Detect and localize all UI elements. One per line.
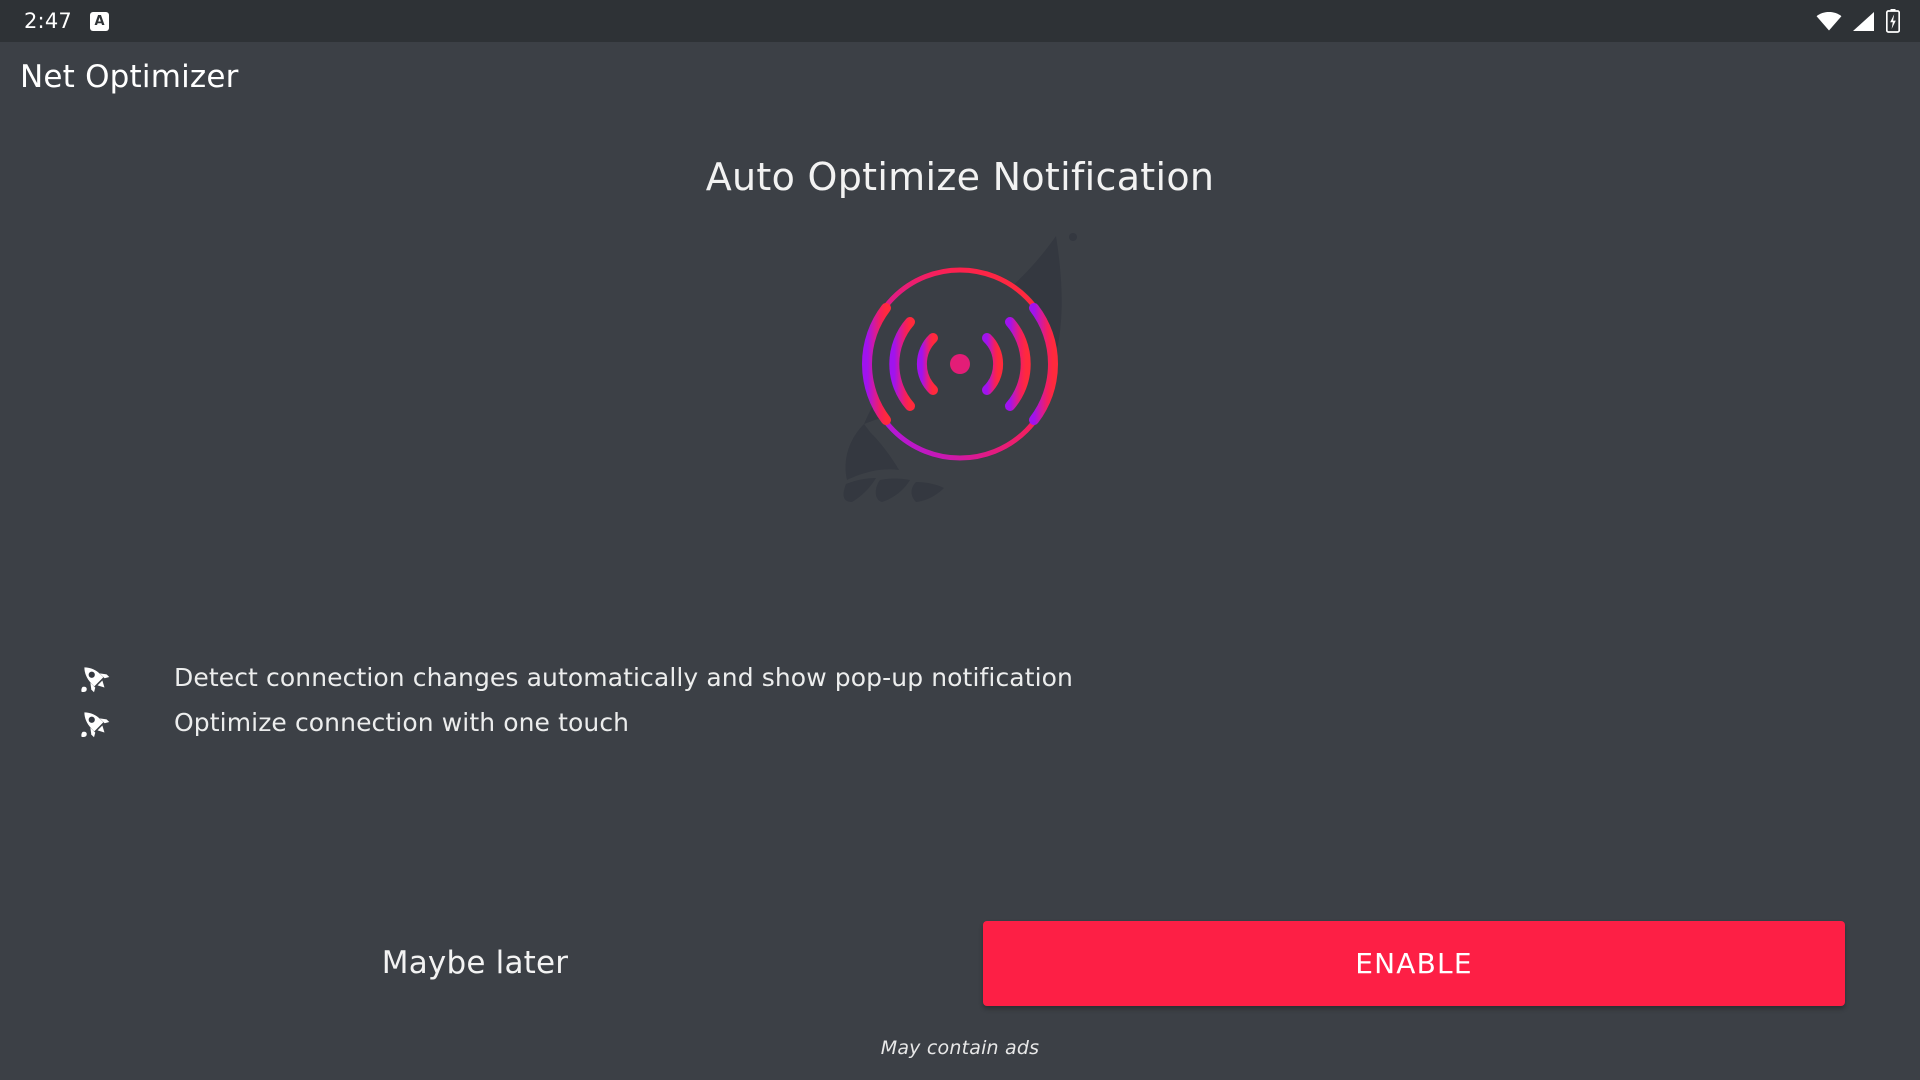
app-screen: 2:47 A Net Optimizer Auto Optimize Notif… xyxy=(0,0,1920,1080)
rocket-icon xyxy=(78,704,122,742)
feature-list: Detect connection changes automatically … xyxy=(78,655,1178,745)
wifi-icon xyxy=(1816,11,1842,31)
rocket-signal-logo-icon xyxy=(820,222,1100,502)
list-item-label: Detect connection changes automatically … xyxy=(174,663,1073,692)
list-item: Optimize connection with one touch xyxy=(78,700,1178,745)
rocket-icon xyxy=(78,659,122,697)
enable-button[interactable]: ENABLE xyxy=(983,921,1845,1006)
status-clock: 2:47 xyxy=(24,9,72,33)
action-row: Maybe later ENABLE xyxy=(0,918,1920,1008)
list-item: Detect connection changes automatically … xyxy=(78,655,1178,700)
notification-badge-icon: A xyxy=(89,11,109,31)
battery-charging-icon xyxy=(1886,9,1900,33)
status-bar-left: 2:47 A xyxy=(24,9,109,33)
status-bar-right xyxy=(1816,9,1900,33)
cell-signal-icon xyxy=(1853,11,1875,31)
list-item-label: Optimize connection with one touch xyxy=(174,708,630,737)
app-title: Net Optimizer xyxy=(20,59,239,95)
status-bar: 2:47 A xyxy=(0,0,1920,42)
ads-disclaimer: May contain ads xyxy=(880,1037,1040,1059)
maybe-later-button[interactable]: Maybe later xyxy=(330,918,620,1008)
page-title: Auto Optimize Notification xyxy=(705,155,1215,199)
app-bar: Net Optimizer xyxy=(0,42,1920,112)
